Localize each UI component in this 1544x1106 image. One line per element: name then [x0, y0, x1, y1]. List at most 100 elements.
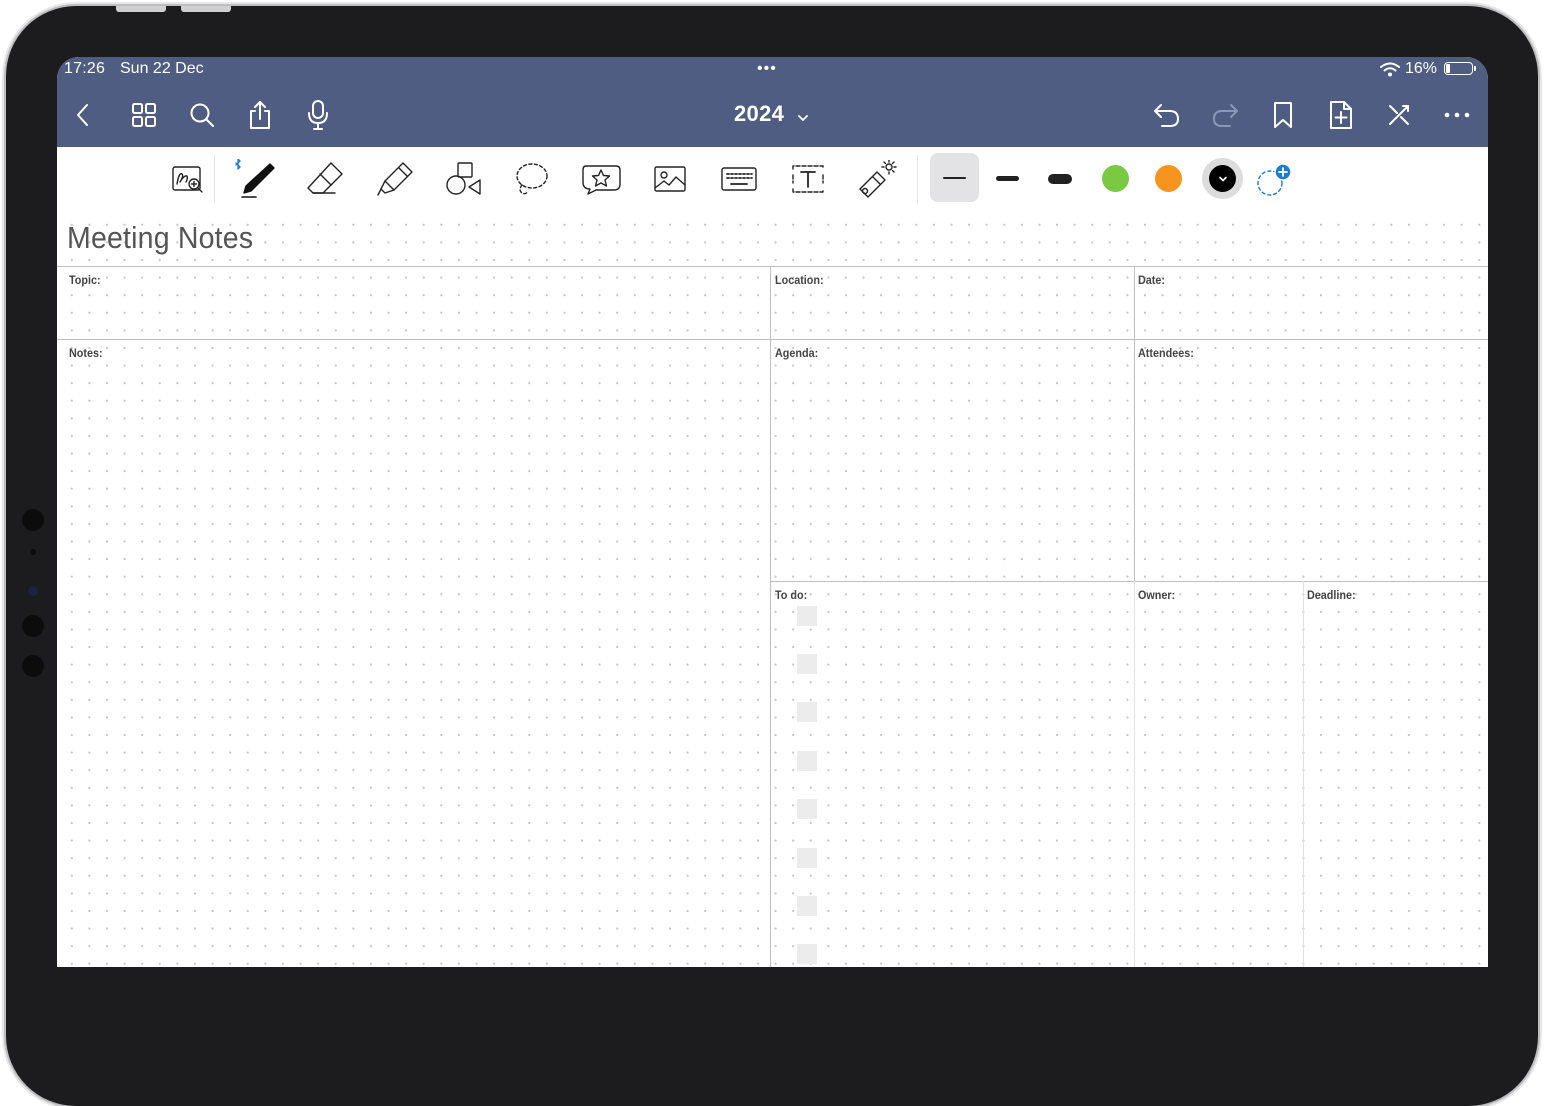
- add-color-icon: [1257, 163, 1292, 196]
- highlighter-tool-button[interactable]: [373, 157, 417, 201]
- eraser-icon: [307, 162, 343, 194]
- image-icon: [654, 166, 686, 192]
- document-title[interactable]: 2024: [734, 101, 784, 127]
- attendees-label: Attendees:: [1138, 346, 1194, 360]
- toolbar-divider: [917, 155, 918, 203]
- sticker-icon: [582, 165, 621, 195]
- text-box-icon: [792, 165, 824, 193]
- back-button[interactable]: [66, 97, 102, 133]
- keyboard-tool-button[interactable]: [717, 157, 761, 201]
- topic-label: Topic:: [69, 273, 101, 287]
- pencil-magnet: [22, 615, 44, 637]
- lasso-icon: [516, 163, 548, 195]
- thumbnails-button[interactable]: [126, 97, 162, 133]
- battery-icon: [1444, 62, 1476, 75]
- share-icon: [250, 101, 270, 129]
- more-button[interactable]: [1439, 97, 1475, 133]
- todo-checkbox[interactable]: [797, 751, 817, 771]
- divider: [1134, 581, 1135, 967]
- notes-label: Notes:: [69, 346, 103, 360]
- pencil-magnet: [22, 655, 44, 677]
- divider: [57, 339, 1488, 340]
- color-green-swatch[interactable]: [1102, 165, 1129, 192]
- status-date: Sun 22 Dec: [120, 60, 204, 77]
- screen: 17:26 Sun 22 Dec ••• 16% 2024 Meeting No…: [57, 57, 1488, 967]
- shapes-tool-button[interactable]: [442, 157, 486, 201]
- add-color-button[interactable]: [1250, 157, 1294, 201]
- share-button[interactable]: [242, 97, 278, 133]
- zoom-window-button[interactable]: [166, 157, 210, 201]
- volume-button: [116, 6, 166, 12]
- volume-button: [181, 6, 231, 12]
- redo-button[interactable]: [1207, 97, 1243, 133]
- keyboard-icon: [721, 167, 757, 191]
- notebook-page[interactable]: Meeting Notes Topic: Location: Date: Not…: [57, 210, 1488, 967]
- battery-fill: [1446, 64, 1450, 73]
- agenda-label: Agenda:: [775, 346, 819, 360]
- todo-checkbox[interactable]: [797, 896, 817, 916]
- image-tool-button[interactable]: [648, 157, 692, 201]
- multitasking-dots[interactable]: •••: [757, 60, 777, 78]
- back-icon: [77, 104, 88, 126]
- color-black-swatch[interactable]: [1209, 165, 1236, 192]
- sensor-dot: [30, 549, 36, 555]
- todo-checkbox[interactable]: [797, 606, 817, 626]
- eraser-tool-button[interactable]: [303, 157, 347, 201]
- text-box-tool-button[interactable]: [786, 157, 830, 201]
- stroke-medium-button[interactable]: [996, 176, 1019, 181]
- pen-icon: [235, 159, 275, 198]
- todo-checkbox[interactable]: [797, 799, 817, 819]
- owner-label: Owner:: [1138, 588, 1176, 602]
- todo-checkbox[interactable]: [797, 944, 817, 964]
- redo-icon: [1213, 104, 1238, 127]
- navigation-bar: 17:26 Sun 22 Dec ••• 16% 2024: [57, 57, 1488, 147]
- bookmark-icon: [1274, 102, 1292, 128]
- color-orange-swatch[interactable]: [1155, 165, 1182, 192]
- page-title: Meeting Notes: [67, 220, 254, 255]
- undo-icon: [1154, 104, 1179, 127]
- stroke-thin-button[interactable]: [943, 177, 966, 179]
- camera-lens: [28, 586, 38, 596]
- divider: [1303, 581, 1304, 967]
- status-time: 17:26: [64, 60, 106, 77]
- todo-checkbox[interactable]: [797, 848, 817, 868]
- bookmark-button[interactable]: [1265, 97, 1301, 133]
- chevron-down-icon: [1218, 176, 1227, 182]
- undo-button[interactable]: [1149, 97, 1185, 133]
- pen-tool-button[interactable]: [234, 157, 278, 201]
- add-page-icon: [1330, 101, 1352, 129]
- pencil-magnet: [22, 509, 44, 531]
- laser-pointer-icon: [859, 160, 897, 198]
- add-page-button[interactable]: [1323, 97, 1359, 133]
- shapes-icon: [446, 162, 481, 195]
- stroke-thick-button[interactable]: [1048, 174, 1072, 184]
- laser-pointer-tool-button[interactable]: [855, 157, 899, 201]
- deadline-label: Deadline:: [1307, 588, 1356, 602]
- divider: [770, 266, 771, 967]
- toolbar-divider: [214, 155, 215, 203]
- grid-icon: [132, 103, 156, 127]
- wifi-icon: [1380, 62, 1400, 82]
- location-label: Location:: [775, 273, 824, 287]
- divider: [57, 266, 1488, 267]
- zoom-handwriting-icon: [172, 166, 203, 193]
- todo-checkbox[interactable]: [797, 654, 817, 674]
- more-icon: [1444, 112, 1470, 118]
- todo-checkbox[interactable]: [797, 702, 817, 722]
- close-button[interactable]: [1381, 97, 1417, 133]
- battery-percent: 16%: [1405, 60, 1438, 77]
- chevron-down-icon[interactable]: [798, 109, 808, 127]
- date-label: Date:: [1138, 273, 1166, 287]
- highlighter-icon: [377, 162, 413, 196]
- divider: [771, 581, 1488, 582]
- tool-bar: [57, 147, 1488, 211]
- microphone-icon: [308, 100, 328, 130]
- record-audio-button[interactable]: [300, 97, 336, 133]
- divider: [1134, 266, 1135, 581]
- close-icon: [1389, 105, 1409, 125]
- search-button[interactable]: [184, 97, 220, 133]
- sticker-tool-button[interactable]: [579, 157, 623, 201]
- lasso-tool-button[interactable]: [510, 157, 554, 201]
- todo-label: To do:: [775, 588, 808, 602]
- search-icon: [190, 103, 214, 127]
